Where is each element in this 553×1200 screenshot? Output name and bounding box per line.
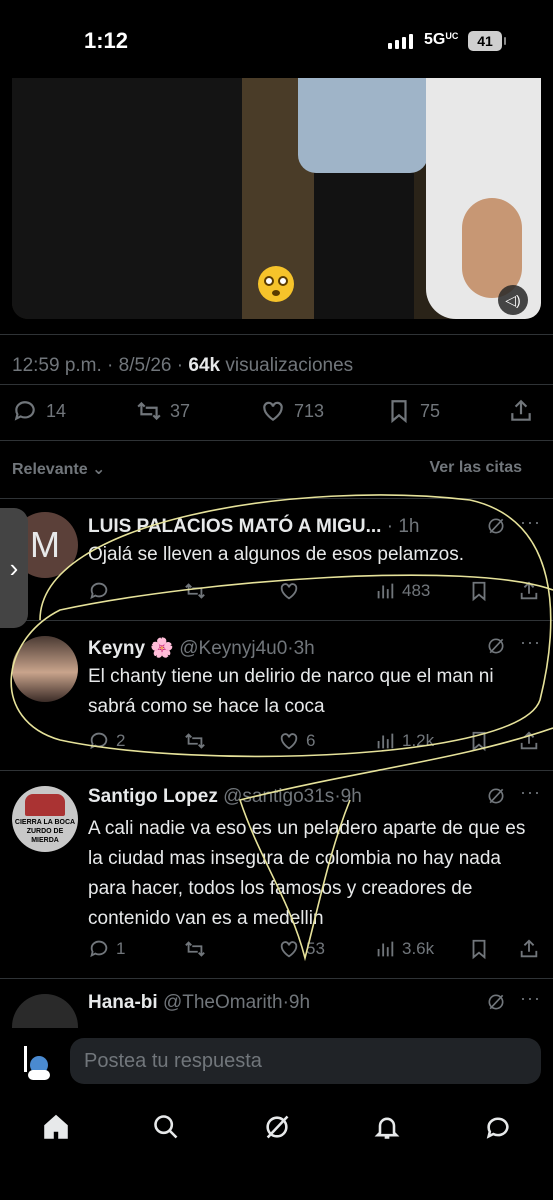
- repost-icon: [185, 941, 205, 957]
- grok-icon[interactable]: [263, 1113, 291, 1141]
- repost-icon: [185, 583, 205, 599]
- reply-text: El chanty tiene un delirio de narco que …: [88, 666, 494, 717]
- grok-icon[interactable]: [486, 992, 506, 1012]
- like-icon: [263, 401, 283, 421]
- reply-author[interactable]: Hana-bi @TheOmarith·9h: [88, 992, 310, 1014]
- bookmark-icon: [472, 581, 486, 602]
- bookmark-button[interactable]: 75: [386, 398, 440, 424]
- reply-actions: 1 53 3.6k: [88, 938, 543, 962]
- chevron-down-icon: ⌄: [92, 461, 106, 478]
- views-icon: [377, 941, 394, 957]
- status-bar: 1:12 5GUC 41: [0, 0, 553, 80]
- views-icon: [377, 583, 394, 599]
- chevron-right-icon: ›: [9, 552, 19, 583]
- repost-button[interactable]: 37: [136, 398, 190, 424]
- bottom-nav: [0, 1100, 553, 1200]
- reply-item[interactable]: M LUIS PALACIOS MATÓ A MIGU... · 1h ··· …: [0, 508, 553, 620]
- views-button[interactable]: 483: [374, 580, 430, 602]
- more-options-icon[interactable]: ···: [520, 512, 541, 533]
- share-icon: [511, 399, 531, 421]
- volume-icon[interactable]: ◁): [498, 285, 528, 315]
- more-options-icon[interactable]: ···: [520, 782, 541, 803]
- messages-icon[interactable]: [484, 1113, 512, 1141]
- bookmark-button[interactable]: [468, 580, 490, 602]
- grok-icon[interactable]: [486, 516, 506, 536]
- grok-icon[interactable]: [486, 786, 506, 806]
- share-button[interactable]: [508, 398, 534, 424]
- more-options-icon[interactable]: ···: [520, 988, 541, 1009]
- reply-item[interactable]: Keyny 🌸 @Keynyj4u0·3h ··· El chanty tien…: [0, 622, 553, 768]
- reply-text: Ojalá se lleven a algunos de esos pelamz…: [88, 544, 465, 565]
- reply-item[interactable]: Hana-bi @TheOmarith·9h ···: [0, 980, 553, 1028]
- like-icon: [280, 583, 298, 600]
- bookmark-icon: [391, 400, 407, 424]
- share-button[interactable]: [518, 730, 540, 752]
- signal-icon: [388, 34, 413, 49]
- reply-author[interactable]: Santigo Lopez @santigo31s·9h: [88, 786, 362, 808]
- reply-button[interactable]: [88, 580, 110, 602]
- repost-icon: [137, 401, 161, 421]
- reply-icon: [90, 940, 108, 958]
- avatar[interactable]: CIERRA LA BOCA ZURDO DE MIERDA: [12, 786, 78, 852]
- notifications-icon[interactable]: [373, 1113, 401, 1141]
- reply-button[interactable]: 14: [12, 398, 66, 424]
- reply-icon: [90, 732, 108, 750]
- network-indicator: 5GUC: [424, 31, 459, 48]
- bookmark-icon: [472, 731, 486, 752]
- repost-icon: [185, 733, 205, 749]
- tweet-meta: 12:59 p.m. · 8/5/26 · 64k visualizacione…: [12, 355, 354, 376]
- more-options-icon[interactable]: ···: [520, 632, 541, 653]
- reply-icon: [14, 401, 35, 421]
- reply-button[interactable]: 1: [88, 938, 125, 960]
- sort-dropdown[interactable]: Relevante ⌄: [12, 459, 105, 479]
- home-icon[interactable]: [42, 1113, 70, 1141]
- like-icon: [280, 941, 298, 958]
- share-icon: [520, 581, 538, 600]
- bookmark-button[interactable]: [468, 938, 490, 960]
- reply-item[interactable]: CIERRA LA BOCA ZURDO DE MIERDA Santigo L…: [0, 772, 553, 976]
- reply-composer: Postea tu respuesta: [0, 1028, 553, 1100]
- reply-actions: 483: [88, 580, 543, 604]
- flushed-emoji-icon: [258, 266, 294, 302]
- reply-text: A cali nadie va eso es un peladero apart…: [88, 818, 526, 929]
- status-time: 1:12: [84, 28, 129, 53]
- view-quotes-link[interactable]: Ver las citas: [429, 459, 522, 477]
- reply-actions: 2 6 1.2k: [88, 730, 543, 754]
- share-button[interactable]: [518, 938, 540, 960]
- share-button[interactable]: [518, 580, 540, 602]
- search-icon[interactable]: [152, 1113, 180, 1141]
- battery-indicator: 41: [468, 31, 506, 51]
- like-button[interactable]: 713: [260, 398, 324, 424]
- like-button[interactable]: 53: [278, 938, 325, 960]
- reply-button[interactable]: 2: [88, 730, 125, 752]
- share-icon: [520, 939, 538, 958]
- user-avatar[interactable]: [20, 1042, 54, 1082]
- side-panel-toggle[interactable]: ›: [0, 508, 28, 628]
- avatar[interactable]: [12, 994, 78, 1028]
- like-button[interactable]: 6: [278, 730, 315, 752]
- grok-icon[interactable]: [486, 636, 506, 656]
- bookmark-icon: [472, 939, 486, 960]
- like-button[interactable]: [278, 580, 300, 602]
- reply-author[interactable]: LUIS PALACIOS MATÓ A MIGU... · 1h: [88, 516, 419, 538]
- repost-button[interactable]: [184, 730, 206, 752]
- tweet-actions: 14 37 713 75: [12, 398, 542, 428]
- repost-button[interactable]: [184, 938, 206, 960]
- views-button[interactable]: 1.2k: [374, 730, 434, 752]
- tweet-video[interactable]: ◁): [12, 78, 541, 319]
- repost-button[interactable]: [184, 580, 206, 602]
- like-icon: [280, 733, 298, 750]
- reply-icon: [90, 582, 108, 600]
- bookmark-button[interactable]: [468, 730, 490, 752]
- avatar[interactable]: [12, 636, 78, 702]
- reply-author[interactable]: Keyny 🌸 @Keynyj4u0·3h: [88, 636, 315, 660]
- video-person: [298, 78, 428, 319]
- share-icon: [520, 731, 538, 750]
- views-icon: [377, 733, 394, 749]
- views-button[interactable]: 3.6k: [374, 938, 434, 960]
- reply-input[interactable]: Postea tu respuesta: [70, 1038, 541, 1084]
